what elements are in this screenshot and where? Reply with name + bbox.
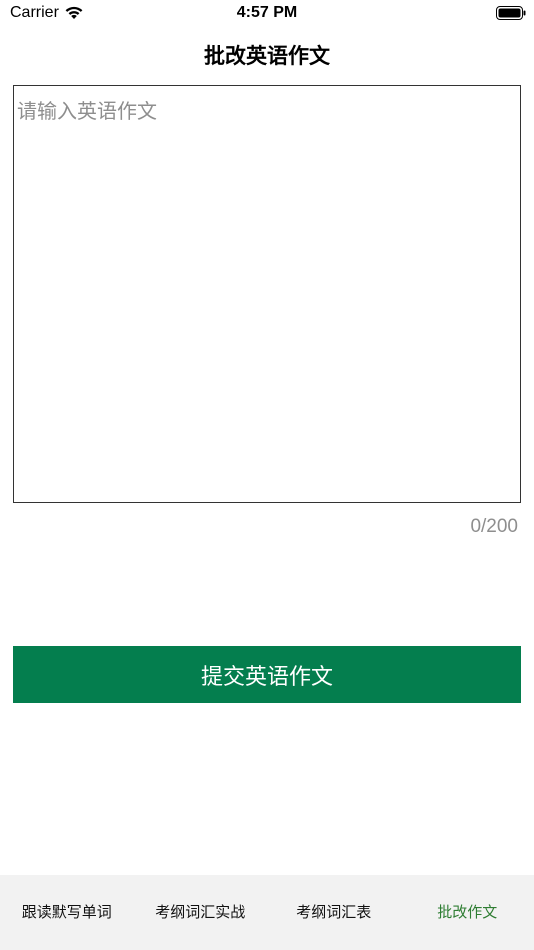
tab-read-dictate-words[interactable]: 跟读默写单词	[0, 875, 134, 950]
status-bar: Carrier 4:57 PM	[0, 0, 534, 28]
battery-icon	[496, 6, 526, 20]
screen: Carrier 4:57 PM 批改英语作文 0/200 提交英语作文 跟读默写…	[0, 0, 534, 950]
clock: 4:57 PM	[236, 4, 298, 21]
tab-essay-correction[interactable]: 批改作文	[401, 875, 534, 950]
tab-syllabus-vocab-list[interactable]: 考纲词汇表	[267, 875, 401, 950]
character-counter: 0/200	[470, 516, 518, 537]
tab-syllabus-vocab-practice[interactable]: 考纲词汇实战	[134, 875, 268, 950]
submit-essay-button[interactable]: 提交英语作文	[13, 646, 521, 703]
essay-input[interactable]	[13, 85, 521, 503]
page-title: 批改英语作文	[204, 44, 330, 68]
tab-bar: 跟读默写单词 考纲词汇实战 考纲词汇表 批改作文	[0, 875, 534, 950]
